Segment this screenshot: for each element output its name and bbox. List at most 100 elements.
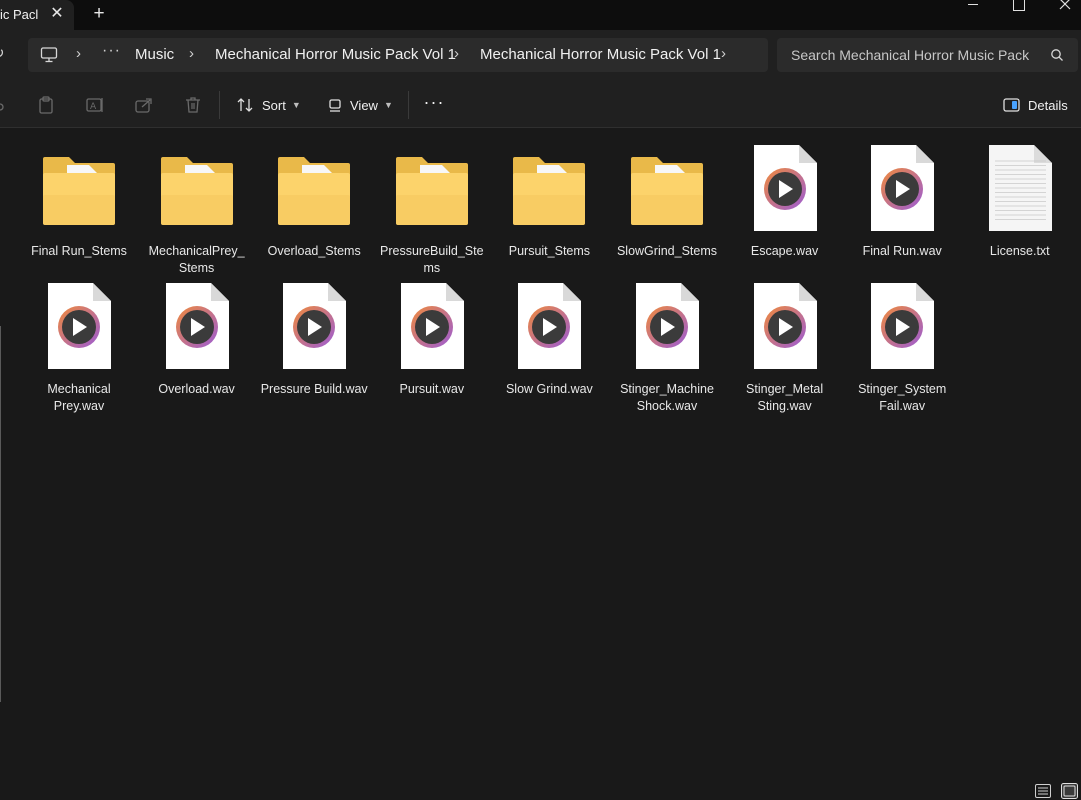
audio-file-icon [871,145,935,231]
file-name: PressureBuild_Ste ms [380,244,484,275]
breadcrumb-more[interactable]: ··· [102,42,121,60]
view-label: View [350,97,378,113]
details-view-icon[interactable] [1035,784,1051,798]
audio-file-icon [753,145,817,231]
sort-button[interactable]: Sort ▼ [236,92,301,118]
sort-icon [237,98,253,112]
audio-file-icon [400,283,464,369]
file-name: Pursuit.wav [399,382,465,396]
chevron-right-icon[interactable]: › [721,45,726,62]
chevron-down-icon: ▼ [291,100,301,110]
audio-file-icon [871,283,935,369]
maximize-button[interactable] [995,0,1041,30]
folder-item[interactable]: Overload_Stems [258,139,370,279]
file-name: Slow Grind.wav [505,382,593,396]
paste-icon[interactable] [36,95,56,115]
svg-text:A: A [90,102,97,112]
close-tab-icon[interactable]: ✕ [46,3,68,25]
this-pc-icon[interactable] [40,46,58,64]
folder-item[interactable]: Final Run_Stems [23,139,135,279]
folder-icon [513,157,586,225]
close-icon [1059,0,1071,10]
audio-file-icon [518,283,582,369]
sort-label: Sort [262,97,286,113]
chevron-down-icon: ▼ [383,100,393,110]
details-button[interactable]: Details [1003,94,1068,116]
file-name: Pressure Build.wav [260,382,368,396]
tab-title: ic Pacl [0,7,39,22]
file-name: Mechanical Prey.wav [47,382,111,413]
address-bar[interactable]: › ··· › Music Mechanical Horror Music Pa… [28,38,768,72]
toolbar-divider [408,91,409,119]
breadcrumb-pack-current[interactable]: Mechanical Horror Music Pack Vol 1 [480,46,721,63]
folder-item[interactable]: MechanicalPrey_ Stems [141,139,253,279]
search-icon[interactable] [1050,48,1064,62]
minimize-button[interactable] [950,0,996,30]
file-name: Stinger_Metal Sting.wav [746,382,824,413]
status-bar [0,780,1081,800]
folder-icon [160,157,233,225]
file-item[interactable]: Stinger_Metal Sting.wav [729,277,841,417]
chevron-right-icon[interactable]: › [454,45,459,62]
file-name: Escape.wav [750,244,819,258]
rename-icon[interactable]: A [85,95,105,115]
large-icons-view-icon[interactable] [1061,783,1078,799]
audio-file-icon [636,283,699,369]
file-item[interactable]: Overload.wav [141,277,253,417]
file-name: Final Run_Stems [31,244,127,258]
new-tab-button[interactable]: + [87,3,111,27]
file-item[interactable]: Pursuit.wav [376,277,488,417]
folder-icon [631,157,703,225]
audio-file-icon [753,283,817,369]
search-placeholder: Search Mechanical Horror Music Pack [791,47,1030,63]
address-row: ↻ › ··· › Music Mechanical Horror Music … [0,30,1081,82]
file-name: Stinger_Machine Shock.wav [620,382,714,413]
refresh-icon[interactable]: ↻ [0,44,12,64]
details-pane-icon [1003,98,1020,112]
audio-file-icon [283,283,347,369]
details-label: Details [1028,97,1068,113]
folder-icon [43,157,115,225]
audio-file-icon [48,283,111,369]
file-item[interactable]: Pressure Build.wav [258,277,370,417]
file-name: Pursuit_Stems [508,244,591,258]
file-name: License.txt [989,244,1050,258]
folder-icon [395,157,468,225]
chevron-right-icon[interactable]: › [189,45,194,62]
file-item[interactable]: Escape.wav [729,139,841,279]
file-item[interactable]: Mechanical Prey.wav [23,277,135,417]
file-name: Stinger_System Fail.wav [858,382,947,413]
file-item[interactable]: License.txt [964,139,1076,279]
breadcrumb-music[interactable]: Music [135,46,174,63]
delete-icon[interactable] [183,95,203,115]
cut-icon[interactable] [0,95,10,115]
file-name: Overload.wav [158,382,235,396]
chevron-right-icon[interactable]: › [76,45,81,62]
see-more-button[interactable]: ··· [423,93,445,116]
view-icon [329,99,341,112]
toolbar-divider [219,91,220,119]
folder-item[interactable]: SlowGrind_Stems [611,139,723,279]
file-item[interactable]: Slow Grind.wav [493,277,605,417]
view-button[interactable]: View ▼ [328,92,393,118]
close-window-button[interactable] [1041,0,1081,30]
share-icon[interactable] [134,95,154,115]
file-view[interactable]: Final Run_Stems MechanicalPrey_ Stems Ov… [0,129,1081,780]
folder-item[interactable]: Pursuit_Stems [493,139,605,279]
breadcrumb-pack-parent[interactable]: Mechanical Horror Music Pack Vol 1 [215,46,456,63]
command-bar: A Sort ▼ View ▼ ··· Details [0,82,1081,128]
file-name: Overload_Stems [267,244,361,258]
folder-icon [278,157,351,225]
folder-item[interactable]: PressureBuild_Ste ms [376,139,488,279]
explorer-tab[interactable]: ic Pacl ✕ [0,0,74,30]
file-name: SlowGrind_Stems [616,244,718,258]
file-item[interactable]: Final Run.wav [846,139,958,279]
file-name: Final Run.wav [862,244,942,258]
file-name: MechanicalPrey_ Stems [148,244,245,275]
file-item[interactable]: Stinger_Machine Shock.wav [611,277,723,417]
search-input[interactable]: Search Mechanical Horror Music Pack [777,38,1078,72]
title-bar: ic Pacl ✕ + [0,0,1081,30]
navigation-pane-edge [0,326,1,702]
file-item[interactable]: Stinger_System Fail.wav [846,277,958,417]
audio-file-icon [165,283,229,369]
